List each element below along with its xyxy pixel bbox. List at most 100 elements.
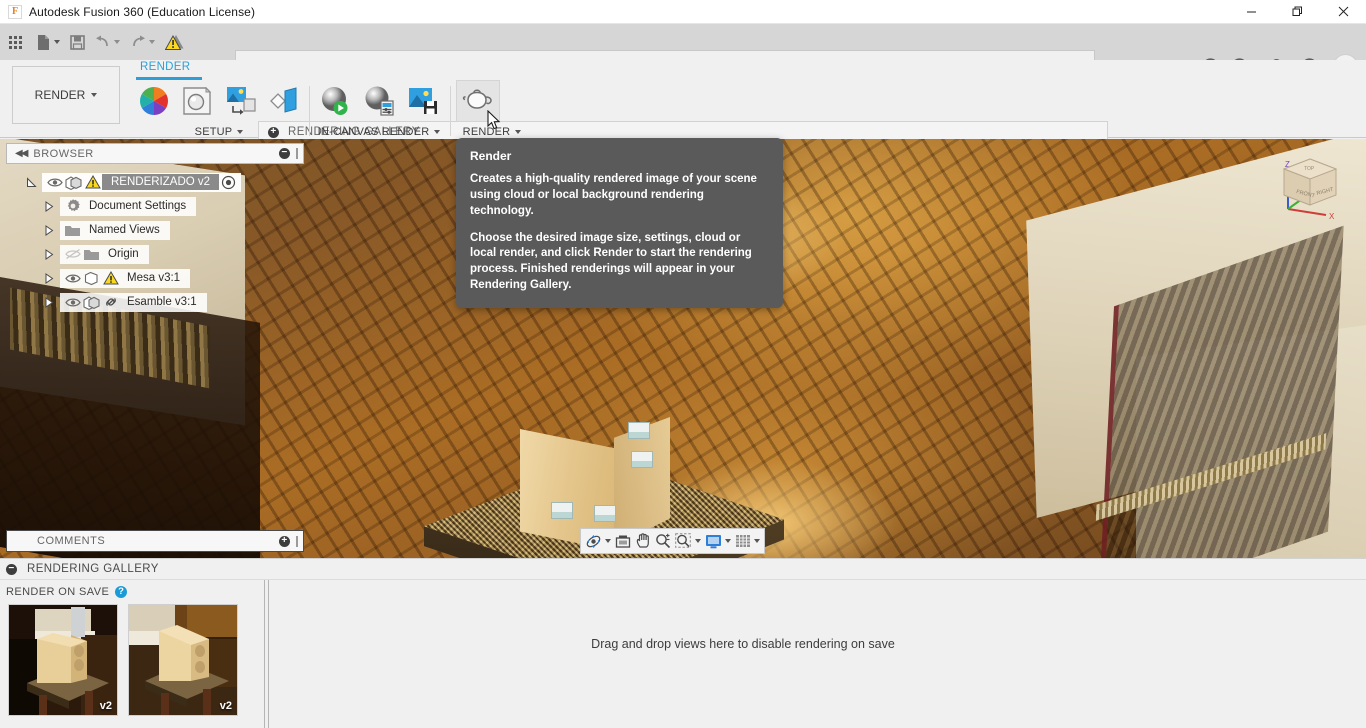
application-title: Autodesk Fusion 360 (Education License) (29, 4, 256, 19)
redo-icon[interactable] (125, 24, 160, 60)
zoom-icon[interactable] (653, 529, 673, 553)
decal-button[interactable] (263, 80, 307, 122)
close-window-button[interactable] (1320, 0, 1366, 24)
tree-row-renderizado[interactable]: RENDERIZADO v2 (8, 170, 298, 194)
panel-in-canvas-render: IN-CANVAS RENDER (313, 80, 445, 138)
comments-panel-header[interactable]: COMMENTS + (6, 530, 304, 552)
joint-marker-4 (594, 505, 616, 522)
twisty-collapsed-icon[interactable] (38, 224, 60, 236)
in-canvas-render-button[interactable] (313, 80, 357, 122)
look-at-icon[interactable] (613, 529, 633, 553)
tree-label-origin: Origin (108, 248, 139, 260)
capture-image-button[interactable] (401, 80, 445, 122)
panel-setup: SETUP (132, 80, 306, 138)
tree-label-renderizado: RENDERIZADO v2 (102, 174, 220, 190)
quick-access-toolbar: RENDERIZADO v2 ✕ + 1 ? (0, 24, 1366, 84)
fusion360-window: F Autodesk Fusion 360 (Education License… (0, 0, 1366, 728)
joint-marker-2 (631, 451, 653, 468)
browser-title: BROWSER (33, 147, 94, 160)
view-cube[interactable]: Z X FRONT RIGHT TOP (1272, 147, 1348, 223)
eye-icon[interactable] (45, 174, 64, 191)
window-controls (1228, 0, 1366, 24)
tree-row-document-settings[interactable]: Document Settings (8, 194, 298, 218)
tree-row-mesa[interactable]: Mesa v3:1 (8, 266, 298, 290)
tooltip-title: Render (470, 149, 512, 163)
twisty-collapsed-icon[interactable] (38, 200, 60, 212)
panel-divider (309, 86, 310, 136)
link-icon (101, 294, 120, 311)
tooltip-paragraph-1: Creates a high-quality rendered image of… (470, 173, 757, 217)
workspace-label: RENDER (34, 88, 86, 102)
eye-icon[interactable] (63, 294, 82, 311)
component-icon (82, 294, 101, 311)
render-thumbnail[interactable]: v2 (128, 604, 238, 716)
browser-resize-grip[interactable] (296, 148, 298, 159)
undo-icon[interactable] (90, 24, 125, 60)
folder-icon (63, 222, 82, 239)
appearance-button[interactable] (132, 80, 176, 122)
tree-label-mesa: Mesa v3:1 (127, 272, 181, 284)
eye-off-icon[interactable] (63, 246, 82, 263)
tree-row-origin[interactable]: Origin (8, 242, 298, 266)
rendering-gallery-header: − RENDERING GALLERY (0, 558, 1366, 580)
render-on-save-header: RENDER ON SAVE ? (6, 586, 128, 598)
comments-resize-grip[interactable] (296, 535, 298, 547)
double-left-arrow-icon[interactable]: ◀◀ (15, 148, 28, 159)
orbit-icon[interactable] (583, 529, 613, 553)
body-icon (82, 270, 101, 287)
svg-text:X: X (1329, 212, 1335, 221)
browser-tree: RENDERIZADO v2 Document Settings Named V… (8, 170, 298, 314)
gallery-splitter[interactable] (264, 580, 270, 728)
app-grid-icon[interactable] (0, 24, 31, 60)
comments-title: COMMENTS (37, 535, 106, 547)
panel-in-canvas-render-title: IN-CANVAS RENDER (317, 126, 430, 138)
render-on-save-pane: RENDER ON SAVE ? v2 v2 (0, 580, 264, 728)
mouse-cursor (487, 109, 501, 130)
workspace-selector[interactable]: RENDER (12, 66, 120, 124)
expand-comments-icon[interactable]: + (279, 535, 290, 547)
panel-in-canvas-render-label[interactable]: IN-CANVAS RENDER (313, 126, 445, 138)
maximize-restore-button[interactable] (1274, 0, 1320, 24)
title-bar: F Autodesk Fusion 360 (Education License… (0, 0, 1366, 24)
twisty-expanded-icon[interactable] (20, 176, 42, 188)
drop-hint-text: Drag and drop views here to disable rend… (591, 637, 895, 651)
tree-label-document-settings: Document Settings (89, 200, 187, 212)
rendering-gallery-body: RENDER ON SAVE ? v2 v2 Drag and drop vie… (0, 580, 1366, 728)
eye-icon[interactable] (63, 270, 82, 287)
scene-settings-button[interactable] (176, 80, 220, 122)
help-icon[interactable]: ? (115, 586, 128, 598)
new-document-icon[interactable] (31, 24, 65, 60)
minimize-button[interactable] (1228, 0, 1274, 24)
folder-icon (82, 246, 101, 263)
panel-setup-label[interactable]: SETUP (132, 126, 306, 138)
twisty-collapsed-icon[interactable] (38, 272, 60, 284)
in-canvas-render-settings-button[interactable] (357, 80, 401, 122)
tree-row-esamble[interactable]: Esamble v3:1 (8, 290, 298, 314)
save-icon[interactable] (65, 24, 90, 60)
rendering-gallery-title: RENDERING GALLERY (27, 563, 159, 575)
twisty-collapsed-icon[interactable] (38, 248, 60, 260)
tooltip-paragraph-2: Choose the desired image size, settings,… (470, 231, 752, 292)
autodesk-logo-icon: F (8, 4, 22, 19)
warning-icon[interactable] (160, 24, 190, 60)
fit-icon[interactable] (673, 529, 703, 553)
display-settings-icon[interactable] (703, 529, 733, 553)
panel-divider-2 (450, 86, 451, 136)
tree-row-named-views[interactable]: Named Views (8, 218, 298, 242)
target-icon[interactable] (219, 174, 238, 191)
texture-map-controls-button[interactable] (219, 80, 263, 122)
tab-render[interactable]: RENDER (134, 60, 196, 78)
pan-icon[interactable] (633, 529, 653, 553)
gear-icon (63, 198, 82, 215)
component-icon (64, 174, 83, 191)
ribbon: RENDER RENDER + RENDERING GALLERY SETUP … (0, 60, 1366, 143)
collapse-browser-icon[interactable]: − (279, 148, 290, 159)
tree-label-esamble: Esamble v3:1 (127, 296, 197, 308)
render-on-save-label: RENDER ON SAVE (6, 586, 110, 598)
collapse-gallery-icon[interactable]: − (6, 563, 17, 575)
gallery-drop-zone[interactable]: Drag and drop views here to disable rend… (270, 580, 1366, 728)
render-thumbnail[interactable]: v2 (8, 604, 118, 716)
grid-snaps-icon[interactable] (733, 529, 762, 553)
ribbon-tab-row: RENDER (134, 60, 196, 78)
twisty-collapsed-icon[interactable] (38, 296, 60, 308)
